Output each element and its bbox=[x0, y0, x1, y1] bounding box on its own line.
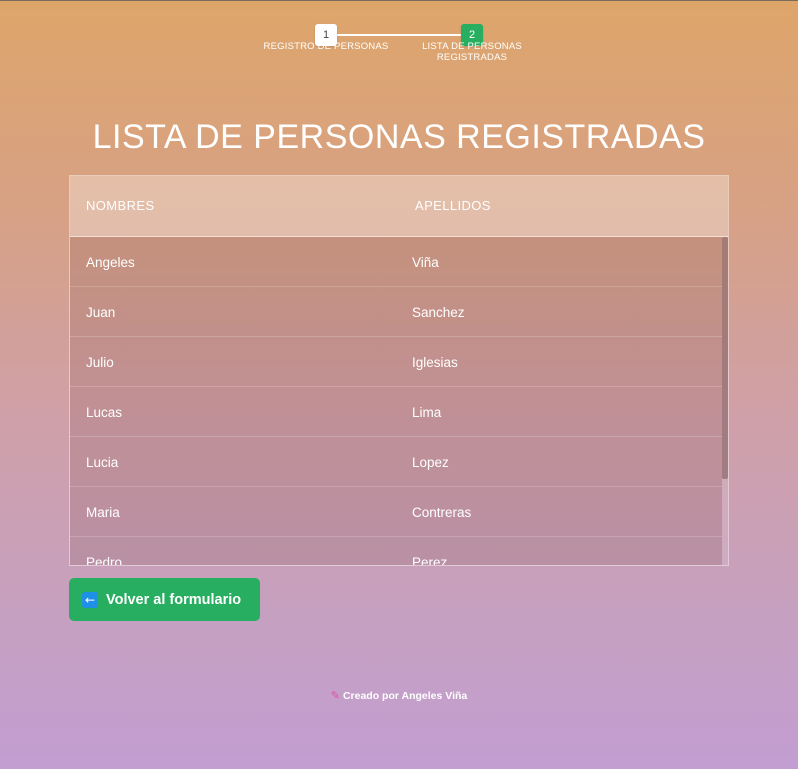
cell-nombre: Lucas bbox=[86, 405, 123, 420]
cell-apellido: Contreras bbox=[412, 505, 472, 520]
persons-table: NOMBRES APELLIDOS Angeles Viña Juan Sanc… bbox=[69, 175, 729, 566]
cell-apellido: Sanchez bbox=[412, 305, 465, 320]
table-body[interactable]: Angeles Viña Juan Sanchez Julio Iglesias… bbox=[70, 237, 722, 566]
footer-text: Creado por Angeles Viña bbox=[342, 690, 468, 702]
back-to-form-button[interactable]: ← Volver al formulario bbox=[69, 578, 260, 621]
pencil-icon: ✎ bbox=[330, 689, 340, 702]
cell-apellido: Lopez bbox=[412, 455, 449, 470]
cell-apellido: Perez bbox=[412, 555, 448, 566]
step-2-label: LISTA DE PERSONAS REGISTRADAS bbox=[422, 41, 522, 63]
back-button-label: Volver al formulario bbox=[106, 591, 242, 608]
table-row: Lucas Lima bbox=[70, 387, 722, 437]
cell-apellido: Lima bbox=[412, 405, 442, 420]
table-row: Julio Iglesias bbox=[70, 337, 722, 387]
cell-nombre: Lucia bbox=[86, 455, 119, 470]
table-row: Angeles Viña bbox=[70, 237, 722, 287]
table-scrollbar[interactable] bbox=[722, 237, 728, 565]
table-header: NOMBRES APELLIDOS bbox=[70, 176, 728, 237]
step-connector bbox=[336, 34, 461, 36]
table-row: Pedro Perez bbox=[70, 537, 722, 566]
cell-nombre: Maria bbox=[86, 505, 120, 520]
header-nombres: NOMBRES bbox=[86, 198, 155, 213]
table-row: Maria Contreras bbox=[70, 487, 722, 537]
cell-apellido: Viña bbox=[412, 255, 439, 270]
cell-apellido: Iglesias bbox=[412, 355, 458, 370]
scrollbar-thumb[interactable] bbox=[722, 237, 728, 479]
cell-nombre: Julio bbox=[86, 355, 114, 370]
footer-credit: ✎ Creado por Angeles Viña bbox=[0, 689, 798, 702]
table-row: Lucia Lopez bbox=[70, 437, 722, 487]
cell-nombre: Pedro bbox=[86, 555, 123, 566]
cell-nombre: Angeles bbox=[86, 255, 135, 270]
cell-nombre: Juan bbox=[86, 305, 116, 320]
table-row: Juan Sanchez bbox=[70, 287, 722, 337]
step-1-label: REGISTRO DE PERSONAS bbox=[263, 41, 389, 52]
page-title: LISTA DE PERSONAS REGISTRADAS bbox=[92, 118, 706, 156]
top-border bbox=[0, 0, 798, 1]
header-apellidos: APELLIDOS bbox=[415, 198, 491, 213]
arrow-left-icon: ← bbox=[82, 591, 98, 608]
